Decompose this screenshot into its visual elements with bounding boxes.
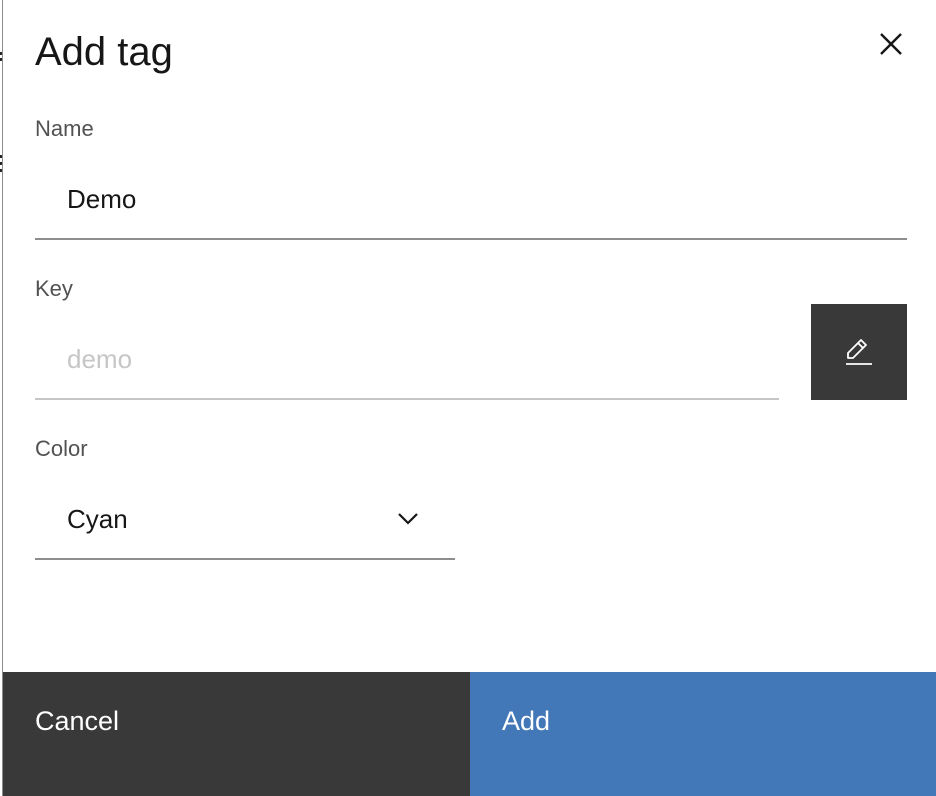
edit-icon	[846, 339, 872, 365]
color-select[interactable]: Cyan	[35, 480, 455, 560]
name-field[interactable]: Demo	[35, 160, 907, 240]
key-field[interactable]	[35, 320, 779, 400]
name-label: Name	[35, 116, 94, 141]
key-label: Key	[35, 276, 73, 301]
modal-footer: Cancel Add	[3, 672, 936, 796]
add-button[interactable]: Add	[470, 672, 936, 796]
add-tag-modal: Add tag Name Demo Key Color Cyan Cancel …	[2, 0, 936, 796]
edit-key-button[interactable]	[811, 304, 907, 400]
color-label: Color	[35, 436, 88, 461]
color-value: Cyan	[67, 503, 128, 534]
close-button[interactable]	[869, 22, 913, 66]
key-input[interactable]	[67, 343, 779, 375]
modal-title: Add tag	[35, 30, 173, 74]
cancel-button[interactable]: Cancel	[3, 672, 470, 796]
close-icon	[880, 33, 902, 55]
name-value: Demo	[67, 183, 137, 214]
chevron-down-icon	[398, 513, 418, 525]
